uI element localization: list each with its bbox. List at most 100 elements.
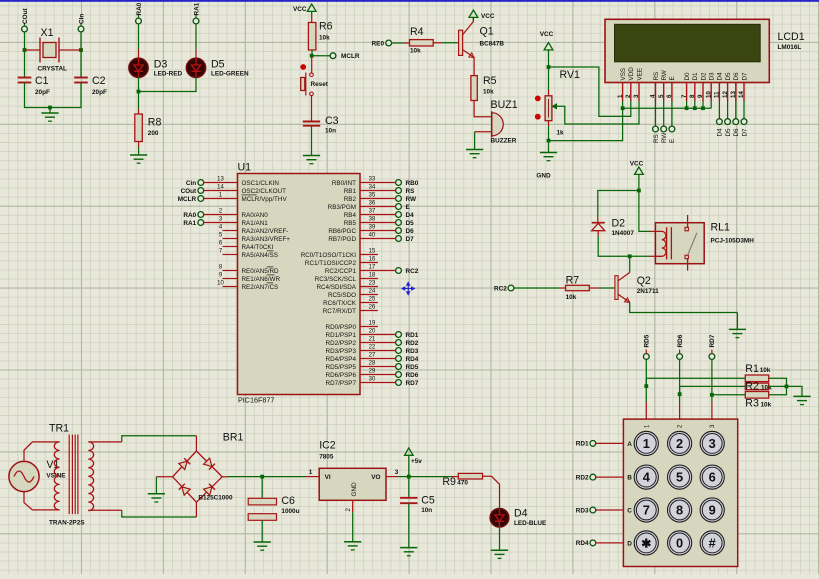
svg-text:D5: D5 (211, 58, 225, 70)
svg-text:LED-BLUE: LED-BLUE (514, 520, 547, 527)
svg-text:BUZZER: BUZZER (491, 138, 517, 145)
svg-text:LED-GREEN: LED-GREEN (211, 71, 249, 78)
svg-text:16: 16 (369, 257, 376, 263)
svg-text:RB0: RB0 (406, 180, 419, 187)
svg-text:34: 34 (369, 185, 376, 191)
svg-text:D4: D4 (514, 508, 528, 520)
svg-text:RB2: RB2 (344, 196, 357, 203)
svg-text:37: 37 (369, 209, 376, 215)
svg-text:40: 40 (369, 233, 376, 239)
svg-text:3: 3 (633, 94, 640, 98)
svg-text:15: 15 (369, 249, 376, 255)
svg-text:RE2/AN7/CS: RE2/AN7/CS (242, 284, 279, 291)
svg-text:RA1: RA1 (183, 220, 196, 227)
svg-text:RA5/AN4/SS: RA5/AN4/SS (242, 252, 278, 259)
svg-text:14: 14 (217, 185, 224, 191)
svg-text:C5: C5 (421, 495, 435, 507)
svg-text:D5: D5 (725, 72, 732, 81)
svg-text:18: 18 (369, 273, 376, 279)
svg-text:0: 0 (676, 536, 683, 551)
svg-text:RD3/PSP3: RD3/PSP3 (326, 348, 357, 355)
svg-text:R4: R4 (410, 26, 424, 38)
svg-text:RL1: RL1 (711, 222, 731, 234)
svg-text:RE0: RE0 (372, 41, 385, 48)
svg-text:RD6: RD6 (677, 334, 684, 347)
svg-text:17: 17 (369, 265, 376, 271)
svg-text:13: 13 (730, 91, 737, 98)
svg-text:RD4: RD4 (406, 356, 419, 363)
svg-text:RD0/PSP0: RD0/PSP0 (326, 324, 357, 331)
svg-text:11: 11 (714, 91, 721, 98)
svg-text:9: 9 (697, 94, 704, 98)
svg-text:27: 27 (369, 353, 376, 359)
svg-text:RA1/AN1: RA1/AN1 (242, 220, 269, 227)
svg-text:2: 2 (625, 94, 632, 98)
svg-text:RC2: RC2 (494, 286, 507, 293)
svg-text:U1: U1 (238, 162, 252, 174)
svg-text:D6: D6 (406, 228, 415, 235)
svg-text:RA4/T0CKI: RA4/T0CKI (242, 244, 274, 251)
svg-text:D7: D7 (406, 236, 415, 243)
svg-text:TRAN-2P2S: TRAN-2P2S (49, 520, 85, 527)
svg-text:C1: C1 (35, 75, 49, 87)
svg-text:14: 14 (738, 91, 745, 98)
svg-text:20pF: 20pF (92, 89, 107, 96)
svg-text:RD2: RD2 (576, 474, 589, 481)
svg-text:D6: D6 (733, 72, 740, 81)
svg-text:10k: 10k (483, 89, 494, 96)
svg-text:RA0/AN0: RA0/AN0 (242, 212, 269, 219)
svg-text:Cin: Cin (186, 180, 196, 187)
svg-text:7805: 7805 (319, 454, 334, 461)
svg-text:RD5: RD5 (406, 364, 419, 371)
svg-text:24: 24 (369, 289, 376, 295)
svg-text:D: D (627, 540, 632, 547)
svg-text:E: E (669, 76, 676, 80)
svg-text:D5: D5 (725, 128, 732, 137)
svg-text:19: 19 (369, 321, 376, 327)
svg-text:RD6: RD6 (406, 372, 419, 379)
svg-text:R2: R2 (745, 381, 759, 393)
svg-text:A: A (627, 441, 632, 448)
svg-text:9: 9 (709, 503, 716, 518)
svg-text:RW: RW (661, 133, 668, 143)
svg-text:C3: C3 (325, 115, 339, 127)
svg-text:RW: RW (661, 70, 668, 80)
svg-text:RS: RS (406, 188, 416, 195)
svg-text:VCC: VCC (481, 13, 495, 20)
svg-text:RB4: RB4 (344, 212, 357, 219)
svg-text:5: 5 (658, 94, 665, 98)
svg-text:10k: 10k (761, 402, 772, 409)
svg-text:RC3/SCK/SCL: RC3/SCK/SCL (315, 276, 357, 283)
svg-text:RC4/SDI/SDA: RC4/SDI/SDA (316, 284, 356, 291)
svg-text:39: 39 (369, 225, 376, 231)
svg-text:12: 12 (722, 91, 729, 98)
svg-text:6: 6 (666, 94, 673, 98)
svg-text:8: 8 (676, 503, 683, 518)
svg-text:30: 30 (369, 377, 376, 383)
svg-text:C: C (627, 508, 632, 515)
svg-text:36: 36 (369, 201, 376, 207)
svg-text:D3: D3 (709, 72, 716, 81)
svg-text:R3: R3 (745, 398, 759, 410)
svg-text:RD7/PSP7: RD7/PSP7 (326, 380, 357, 387)
svg-text:D5: D5 (406, 220, 415, 227)
svg-text:VCC: VCC (540, 31, 554, 38)
svg-text:OSC1/CLKIN: OSC1/CLKIN (242, 180, 280, 187)
svg-text:RC7/RX/DT: RC7/RX/DT (323, 308, 356, 315)
svg-text:RA0: RA0 (183, 212, 196, 219)
svg-text:RD2: RD2 (406, 340, 419, 347)
svg-text:5: 5 (676, 470, 683, 485)
svg-text:VSINE: VSINE (46, 473, 66, 480)
svg-text:D7: D7 (741, 128, 748, 137)
svg-text:10k: 10k (319, 35, 330, 42)
svg-text:4: 4 (643, 470, 651, 485)
svg-text:BR1: BR1 (223, 432, 244, 444)
svg-text:33: 33 (369, 177, 376, 183)
svg-text:Reset: Reset (311, 81, 329, 88)
svg-text:CRYSTAL: CRYSTAL (38, 66, 68, 73)
svg-text:RB3/PGM: RB3/PGM (328, 204, 356, 211)
svg-text:RD7: RD7 (709, 334, 716, 347)
svg-text:C6: C6 (281, 495, 295, 507)
svg-text:RD4: RD4 (576, 540, 589, 547)
svg-text:RB1: RB1 (344, 188, 357, 195)
